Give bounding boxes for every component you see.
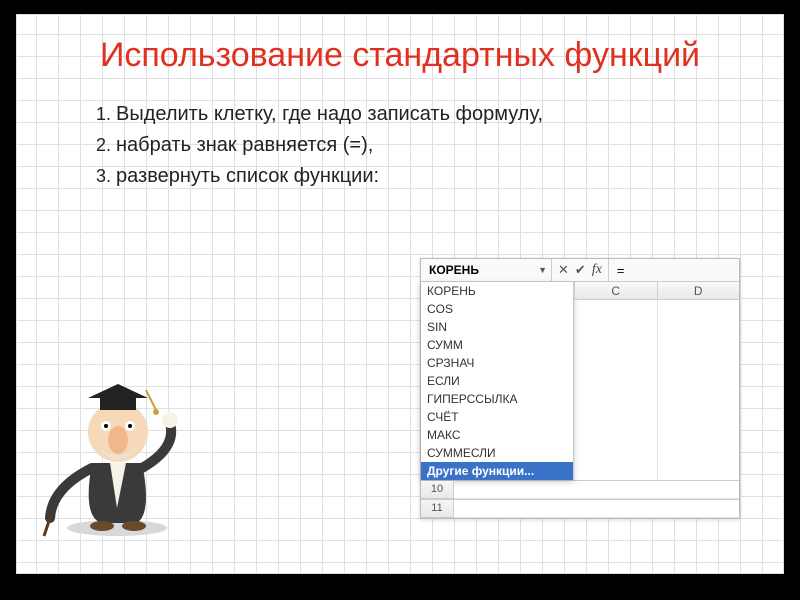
formula-bar: КОРЕНЬ ▼ ✕ ✔ fx = [421,259,739,282]
cells [574,300,739,480]
row-cells[interactable] [454,500,739,518]
formula-icons: ✕ ✔ fx [552,259,609,281]
chevron-down-icon[interactable]: ▼ [538,265,547,275]
formula-input[interactable]: = [609,259,739,281]
column-header[interactable]: C [574,282,657,300]
column[interactable] [657,300,740,480]
row-cells[interactable] [454,481,739,499]
grid-area: C D [574,282,739,480]
function-item[interactable]: МАКС [421,426,573,444]
column-headers: C D [574,282,739,300]
function-item[interactable]: СУММЕСЛИ [421,444,573,462]
function-dropdown[interactable]: КОРЕНЬCOSSINСУММСРЗНАЧЕСЛИГИПЕРССЫЛКАСЧЁ… [421,282,574,480]
row-number[interactable]: 10 [421,481,454,499]
row-number[interactable]: 11 [421,500,454,518]
row-10: 10 [421,480,739,499]
function-item[interactable]: КОРЕНЬ [421,282,573,300]
function-item[interactable]: СРЗНАЧ [421,354,573,372]
step-item: набрать знак равняется (=), [116,134,744,157]
column-header[interactable]: D [657,282,740,300]
function-item[interactable]: СУММ [421,336,573,354]
professor-illustration [42,368,192,538]
column[interactable] [574,300,657,480]
fx-icon[interactable]: fx [592,262,602,278]
function-item[interactable]: Другие функции... [421,462,573,480]
slide-title: Использование стандартных функций [16,14,784,75]
excel-panel: КОРЕНЬ ▼ ✕ ✔ fx = КОРЕНЬCOSSINСУММСРЗНАЧ… [420,258,740,519]
accept-icon[interactable]: ✔ [575,262,586,278]
function-item[interactable]: ЕСЛИ [421,372,573,390]
panel-body: КОРЕНЬCOSSINСУММСРЗНАЧЕСЛИГИПЕРССЫЛКАСЧЁ… [421,282,739,480]
function-item[interactable]: COS [421,300,573,318]
function-item[interactable]: СЧЁТ [421,408,573,426]
row-11: 11 [421,499,739,518]
cancel-icon[interactable]: ✕ [558,262,569,278]
step-item: Выделить клетку, где надо записать форму… [116,103,744,126]
name-box[interactable]: КОРЕНЬ ▼ [421,259,552,281]
function-item[interactable]: SIN [421,318,573,336]
step-item: развернуть список функции: [116,165,744,188]
slide: Использование стандартных функций Выдели… [16,14,784,574]
steps-list: Выделить клетку, где надо записать форму… [76,103,744,188]
function-item[interactable]: ГИПЕРССЫЛКА [421,390,573,408]
name-box-value: КОРЕНЬ [429,263,479,277]
